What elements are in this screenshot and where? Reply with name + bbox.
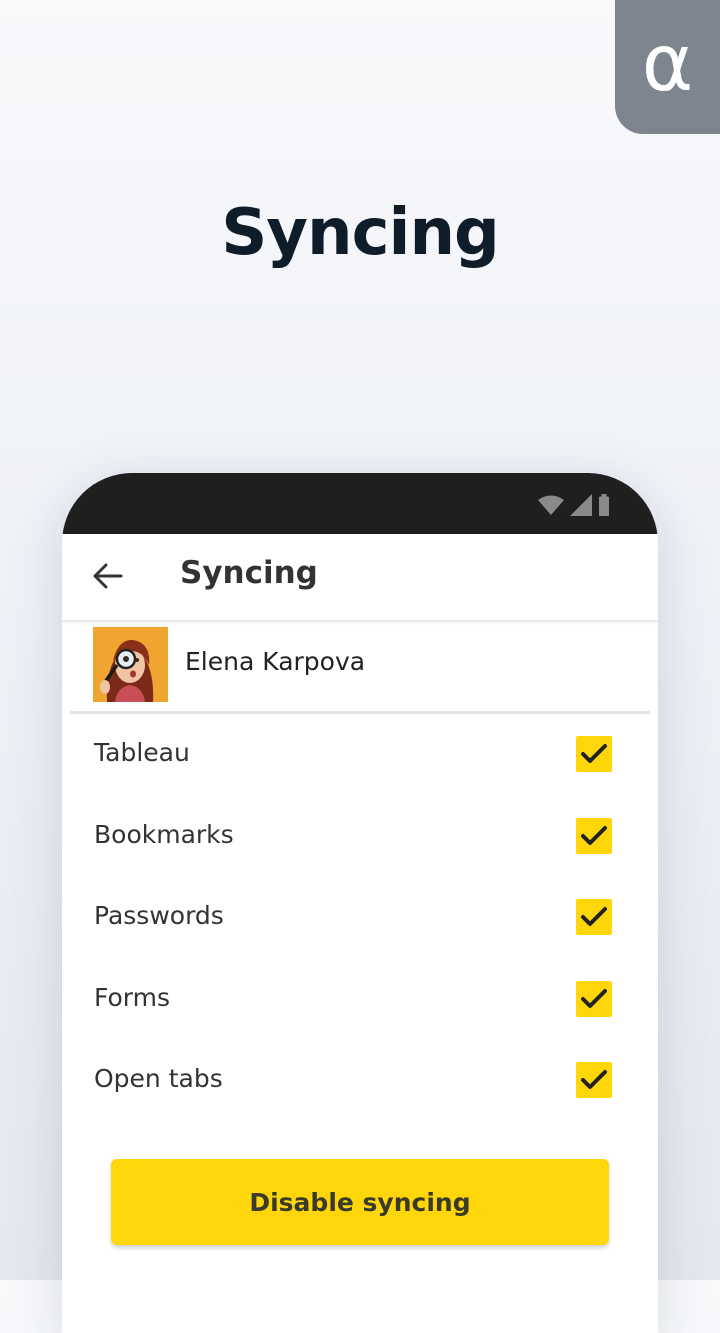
- sync-item-label: Passwords: [94, 901, 224, 930]
- wifi-icon: [538, 495, 564, 515]
- account-name: Elena Karpova: [185, 647, 366, 676]
- open-tabs-checkbox[interactable]: [576, 1062, 612, 1098]
- back-button[interactable]: [84, 552, 132, 600]
- alpha-symbol: α: [641, 19, 694, 109]
- checkmark-icon: [581, 1070, 607, 1089]
- status-icons: [538, 494, 610, 516]
- checkmark-icon: [581, 988, 607, 1008]
- disable-syncing-button[interactable]: Disable syncing: [111, 1159, 609, 1245]
- checkmark-icon: [581, 907, 607, 926]
- promo-title: Syncing: [221, 196, 500, 270]
- app-bar: Syncing: [62, 534, 658, 620]
- sync-item-bookmarks[interactable]: Bookmarks: [62, 796, 658, 878]
- bookmarks-checkbox[interactable]: [576, 817, 612, 854]
- tableau-checkbox[interactable]: [576, 736, 612, 772]
- app-bar-title: Syncing: [180, 555, 318, 591]
- sync-item-passwords[interactable]: Passwords: [62, 877, 658, 959]
- status-bar: [62, 473, 658, 534]
- sync-item-open-tabs[interactable]: Open tabs: [62, 1040, 658, 1122]
- sync-item-label: Forms: [94, 982, 171, 1012]
- phone-mockup: Syncing Elena Karpova Tableau Bookmarks …: [62, 473, 658, 1333]
- sync-options-list: Tableau Bookmarks Passwords Forms Open t…: [62, 714, 658, 1122]
- sync-item-tableau[interactable]: Tableau: [62, 714, 658, 796]
- back-arrow-icon: [93, 563, 123, 589]
- forms-checkbox[interactable]: [576, 980, 612, 1017]
- checkmark-icon: [581, 825, 607, 845]
- passwords-checkbox[interactable]: [576, 899, 612, 935]
- checkmark-icon: [581, 744, 607, 763]
- account-row[interactable]: Elena Karpova: [70, 620, 650, 714]
- battery-icon: [599, 494, 609, 516]
- sync-item-forms[interactable]: Forms: [62, 959, 658, 1041]
- sync-item-label: Bookmarks: [94, 819, 234, 849]
- sync-item-label: Tableau: [94, 738, 190, 767]
- sync-item-label: Open tabs: [94, 1064, 223, 1093]
- cellular-signal-icon: [570, 494, 592, 516]
- avatar: [93, 627, 168, 702]
- alpha-badge: α: [615, 0, 720, 134]
